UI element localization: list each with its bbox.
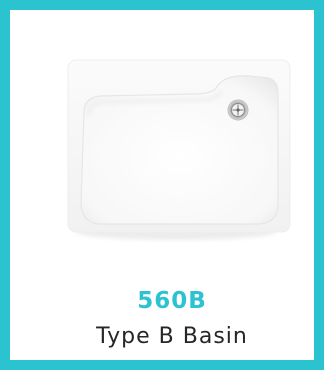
- drain-icon: [227, 99, 249, 121]
- product-card[interactable]: 560B Type B Basin: [0, 0, 324, 370]
- basin-image[interactable]: [64, 54, 294, 244]
- product-code: 560B: [137, 288, 207, 314]
- product-name[interactable]: Type B Basin: [10, 324, 324, 349]
